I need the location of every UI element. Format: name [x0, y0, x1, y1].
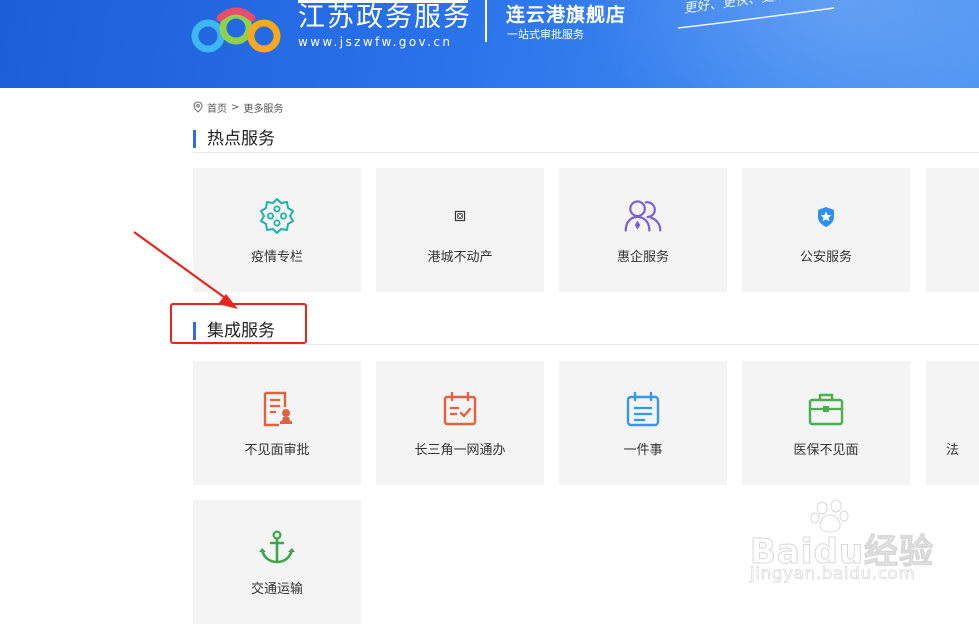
card-label: 医保不见面 — [793, 443, 859, 458]
document-stamp-icon — [257, 389, 297, 429]
store-name: 连云港旗舰店 — [506, 4, 627, 26]
jiangsu-gov-logo-icon[interactable] — [190, 2, 286, 54]
store-subtitle: 一站式审批服务 — [507, 28, 584, 41]
header-divider — [485, 0, 487, 42]
card-label: 法 — [946, 443, 960, 458]
broken-image-icon — [440, 196, 480, 236]
people-icon — [623, 196, 663, 236]
breadcrumb: 首页 > 更多服务 — [193, 100, 284, 115]
watermark-url: jingyan.baidu.com — [750, 564, 916, 585]
service-card-partial[interactable] — [926, 168, 979, 292]
card-label: 疫情专栏 — [250, 250, 303, 265]
card-label: 一件事 — [623, 443, 663, 458]
service-card-epidemic[interactable]: 疫情专栏 — [193, 168, 361, 292]
police-shield-icon — [806, 196, 846, 236]
service-card-enterprise[interactable]: 惠企服务 — [559, 168, 727, 292]
gear-cluster-icon — [257, 196, 297, 236]
site-header: 江苏政务服务 www.jszwfw.gov.cn 连云港旗舰店 一站式审批服务 … — [0, 0, 979, 88]
service-card-partial[interactable]: 法 — [926, 361, 979, 485]
card-label: 不见面审批 — [244, 443, 310, 458]
anchor-icon — [257, 528, 297, 568]
site-title[interactable]: 江苏政务服务 — [298, 2, 472, 34]
card-label: 港城不动产 — [427, 250, 493, 265]
service-card-police[interactable]: 公安服务 — [742, 168, 910, 292]
service-card-no-meeting-approval[interactable]: 不见面审批 — [193, 361, 361, 485]
integrated-services-heading: 集成服务 — [193, 320, 979, 345]
medical-briefcase-icon — [806, 389, 846, 429]
breadcrumb-home-link[interactable]: 首页 — [207, 100, 227, 115]
breadcrumb-current: 更多服务 — [243, 103, 284, 115]
heading-accent-bar — [193, 130, 196, 148]
card-label: 交通运输 — [250, 582, 303, 597]
service-card-medical-insurance[interactable]: 医保不见面 — [742, 361, 910, 485]
site-url: www.jszwfw.gov.cn — [298, 35, 453, 49]
calendar-check-icon — [440, 389, 480, 429]
annotation-highlight-box — [170, 303, 307, 344]
service-card-real-estate[interactable]: 港城不动产 — [376, 168, 544, 292]
card-label: 惠企服务 — [616, 250, 669, 265]
calendar-list-icon — [623, 389, 663, 429]
breadcrumb-separator: > — [231, 101, 240, 113]
service-card-transport[interactable]: 交通运输 — [193, 500, 361, 624]
hot-services-heading: 热点服务 — [193, 128, 979, 153]
location-pin-icon — [193, 101, 203, 113]
card-label: 长三角一网通办 — [414, 443, 506, 458]
hot-services-title: 热点服务 — [207, 129, 275, 149]
service-card-yangtze-delta[interactable]: 长三角一网通办 — [376, 361, 544, 485]
card-label: 公安服务 — [799, 250, 852, 265]
service-card-one-matter[interactable]: 一件事 — [559, 361, 727, 485]
baidu-watermark: Baidu经验 jingyan.baidu.com — [749, 500, 950, 590]
